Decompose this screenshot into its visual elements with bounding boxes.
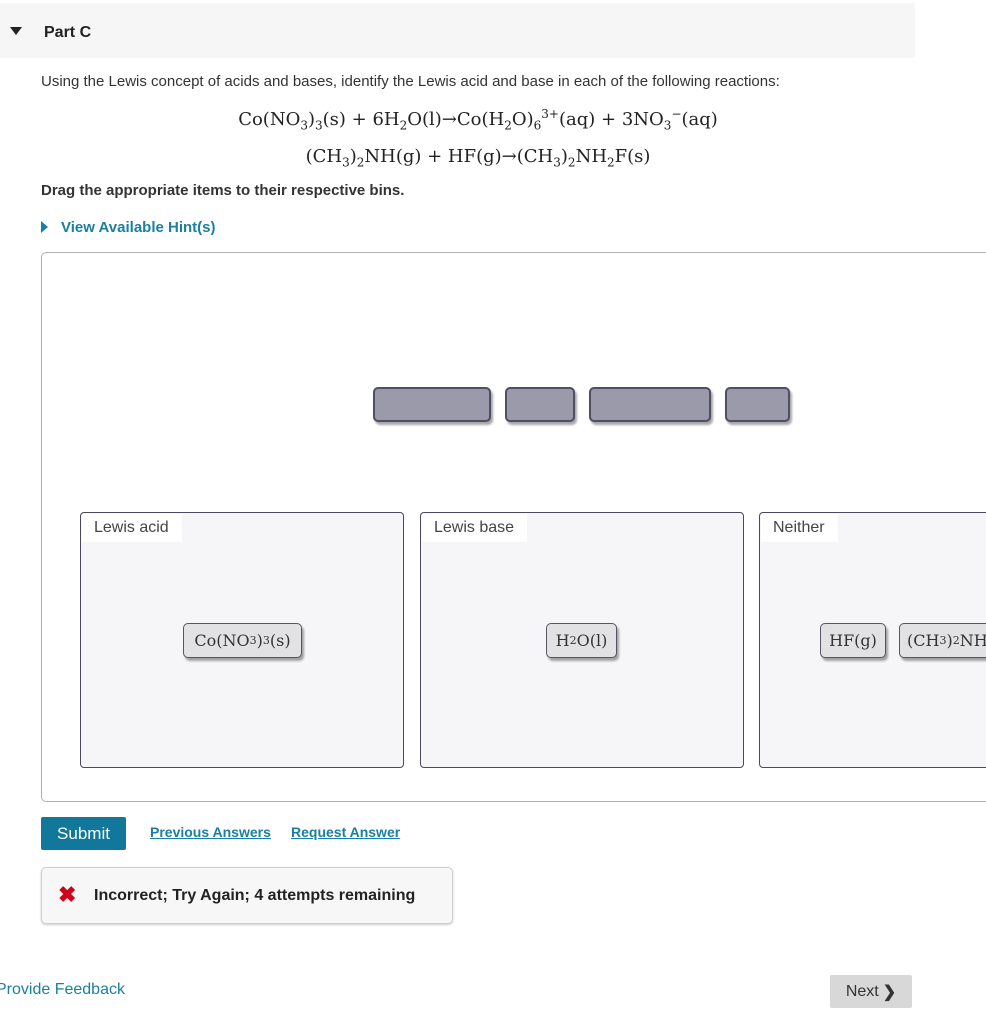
bin-label: Lewis base	[422, 514, 528, 542]
draggable-item[interactable]: H 2 O(l)	[546, 623, 617, 658]
x-icon: ✖	[58, 882, 77, 907]
provide-feedback-link[interactable]: Provide Feedback	[0, 981, 125, 999]
caret-right-icon	[41, 220, 48, 233]
feedback-text: Incorrect; Try Again; 4 attempts remaini…	[94, 887, 416, 904]
question-text: Using the Lewis concept of acids and bas…	[41, 73, 780, 90]
draggable-item[interactable]: (CH3)2NH(g)	[899, 623, 986, 658]
request-answer-link[interactable]: Request Answer	[291, 824, 400, 840]
caret-down-icon[interactable]	[10, 27, 22, 35]
previous-answers-link[interactable]: Previous Answers	[150, 824, 271, 840]
empty-slot[interactable]	[725, 387, 790, 422]
next-button[interactable]: Next ❯	[830, 975, 912, 1008]
draggable-item[interactable]: Co(NO 3) 3 (s)	[183, 623, 302, 658]
part-title: Part C	[44, 24, 92, 41]
submit-button[interactable]: Submit	[41, 817, 126, 850]
view-hints-link[interactable]: View Available Hint(s)	[41, 219, 216, 236]
empty-slot[interactable]	[505, 387, 575, 422]
bin-label: Lewis acid	[82, 514, 182, 542]
equation-1: Co(NO3)3(s) + 6H2O(l)→Co(H2O)63+(aq) + 3…	[238, 107, 718, 133]
equation-2: (CH3)2NH(g) + HF(g)→(CH3)2NH2F(s)	[305, 146, 651, 170]
empty-slot[interactable]	[589, 387, 711, 422]
next-label: Next	[845, 982, 879, 1000]
empty-slot[interactable]	[373, 387, 491, 422]
view-hints-label: View Available Hint(s)	[61, 219, 216, 236]
bin-label: Neither	[761, 514, 838, 542]
feedback-message: ✖ Incorrect; Try Again; 4 attempts remai…	[41, 867, 453, 924]
instructions: Drag the appropriate items to their resp…	[41, 182, 405, 199]
part-header[interactable]: Part C	[0, 3, 915, 58]
draggable-item[interactable]: HF(g)	[820, 623, 886, 658]
chevron-right-icon: ❯	[882, 983, 897, 1001]
